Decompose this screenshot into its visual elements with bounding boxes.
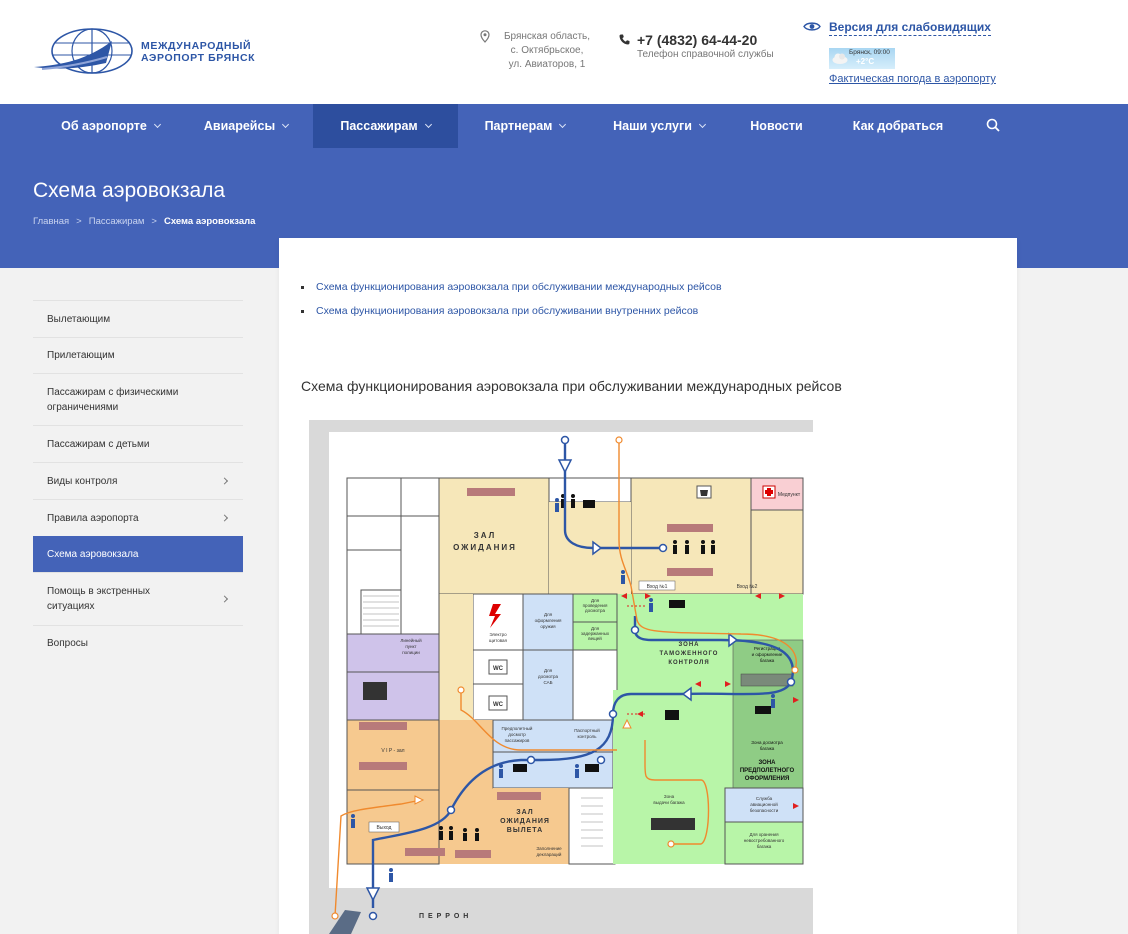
svg-text:Выход: Выход bbox=[377, 825, 392, 831]
chevron-right-icon bbox=[220, 477, 229, 485]
phone-note: Телефон справочной службы bbox=[637, 49, 774, 60]
svg-text:Вход №2: Вход №2 bbox=[737, 584, 758, 590]
section-title: Схема функционирования аэровокзала при о… bbox=[301, 378, 842, 394]
nav-item-news[interactable]: Новости bbox=[740, 104, 813, 148]
nav-item-services[interactable]: Наши услуги bbox=[603, 104, 715, 148]
cloud-icon bbox=[832, 53, 848, 64]
search-icon[interactable] bbox=[986, 118, 1001, 133]
svg-text:ЗАЛ: ЗАЛ bbox=[516, 809, 533, 816]
accessibility-link-label: Версия для слабовидящих bbox=[829, 20, 991, 36]
sidebar-item-disabilities[interactable]: Пассажирам с физическими ограничениями bbox=[33, 373, 243, 425]
svg-text:Заполнениедеклараций: Заполнение деклараций bbox=[536, 846, 562, 857]
scheme-links: Схема функционирования аэровокзала при о… bbox=[301, 281, 722, 329]
eye-icon bbox=[803, 22, 821, 31]
chevron-down-icon bbox=[698, 120, 706, 129]
svg-text:Вход №1: Вход №1 bbox=[647, 584, 668, 590]
site-logo[interactable]: МЕЖДУНАРОДНЫЙ АЭРОПОРТ БРЯНСК bbox=[32, 27, 262, 77]
site-header: МЕЖДУНАРОДНЫЙ АЭРОПОРТ БРЯНСК Брянская о… bbox=[0, 0, 1128, 104]
sidebar-item-terminal-scheme[interactable]: Схема аэровокзала bbox=[33, 536, 243, 572]
weather-widget[interactable]: Брянск, 09:00 +2°C bbox=[829, 48, 895, 69]
page-title: Схема аэровокзала bbox=[33, 179, 226, 202]
svg-text:ПРЕДПОЛЕТНОГО: ПРЕДПОЛЕТНОГО bbox=[740, 768, 795, 774]
weather-temp: +2°C bbox=[856, 57, 875, 66]
breadcrumb-separator-icon: > bbox=[76, 216, 82, 227]
nav-item-passengers[interactable]: Пассажирам bbox=[313, 104, 458, 148]
chevron-down-icon bbox=[282, 120, 290, 129]
chevron-right-icon bbox=[220, 595, 229, 603]
svg-text:КОНТРОЛЯ: КОНТРОЛЯ bbox=[668, 660, 709, 666]
svg-text:ЗАЛ: ЗАЛ bbox=[474, 531, 497, 540]
svg-text:ЗОНА: ЗОНА bbox=[758, 760, 776, 766]
svg-text:Электрощитовая: Электро щитовая bbox=[489, 632, 508, 643]
main-nav: Об аэропорте Авиарейсы Пассажирам Партне… bbox=[0, 104, 1128, 148]
svg-text:ЗОНА: ЗОНА bbox=[678, 642, 699, 648]
nav-item-directions[interactable]: Как добраться bbox=[843, 104, 953, 148]
breadcrumb-passengers[interactable]: Пассажирам bbox=[89, 216, 145, 227]
sidebar-item-children[interactable]: Пассажирам с детьми bbox=[33, 425, 243, 462]
phone-number[interactable]: +7 (4832) 64-44-20 bbox=[637, 32, 757, 48]
globe-logo-icon bbox=[34, 28, 133, 74]
sidebar-item-questions[interactable]: Вопросы bbox=[33, 625, 243, 661]
chevron-down-icon bbox=[559, 120, 567, 129]
svg-text:П Е Р Р О Н: П Е Р Р О Н bbox=[419, 913, 469, 920]
nav-item-flights[interactable]: Авиарейсы bbox=[194, 104, 298, 148]
sidebar-item-control-types[interactable]: Виды контроля bbox=[33, 462, 243, 499]
svg-text:ОЖИДАНИЯ: ОЖИДАНИЯ bbox=[453, 543, 517, 552]
sidebar-item-departing[interactable]: Вылетающим bbox=[33, 300, 243, 337]
chevron-down-icon bbox=[153, 120, 161, 129]
svg-text:V I P - зал: V I P - зал bbox=[381, 748, 404, 754]
svg-text:ВЫЛЕТА: ВЫЛЕТА bbox=[507, 827, 543, 834]
nav-item-partners[interactable]: Партнерам bbox=[472, 104, 578, 148]
sidebar-item-arriving[interactable]: Прилетающим bbox=[33, 337, 243, 373]
location-pin-icon bbox=[480, 30, 490, 43]
svg-text:ОФОРМЛЕНИЯ: ОФОРМЛЕНИЯ bbox=[745, 776, 790, 782]
link-international-scheme[interactable]: Схема функционирования аэровокзала при о… bbox=[301, 281, 722, 305]
content-card: Схема функционирования аэровокзала при о… bbox=[279, 238, 1017, 934]
sidebar-item-rules[interactable]: Правила аэропорта bbox=[33, 499, 243, 536]
svg-text:ТАМОЖЕННОГО: ТАМОЖЕННОГО bbox=[660, 651, 719, 657]
breadcrumb-current: Схема аэровокзала bbox=[163, 216, 256, 227]
svg-text:Медпункт: Медпункт bbox=[778, 492, 801, 498]
sidebar: Вылетающим Прилетающим Пассажирам с физи… bbox=[33, 300, 243, 661]
logo-text: МЕЖДУНАРОДНЫЙ АЭРОПОРТ БРЯНСК bbox=[141, 40, 256, 64]
sidebar-item-emergency[interactable]: Помощь в экстренных ситуациях bbox=[33, 572, 243, 625]
chevron-right-icon bbox=[220, 514, 229, 522]
terminal-floor-plan: ЗАЛ ОЖИДАНИЯ Медпункт Вход №1 Вход №2 Дл… bbox=[309, 420, 813, 934]
phone-icon bbox=[619, 34, 630, 45]
terminal-scheme-image: ЗАЛ ОЖИДАНИЯ Медпункт Вход №1 Вход №2 Дл… bbox=[301, 420, 813, 934]
svg-text:WC: WC bbox=[493, 702, 504, 708]
address-text: Брянская область, с. Октябрьское, ул. Ав… bbox=[503, 31, 591, 70]
chevron-down-icon bbox=[424, 120, 432, 129]
weather-link[interactable]: Фактическая погода в аэропорту bbox=[829, 73, 996, 85]
breadcrumb: Главная > Пассажирам > Схема аэровокзала bbox=[33, 216, 255, 227]
weather-city: Брянск, 09:00 bbox=[849, 49, 890, 56]
svg-text:WC: WC bbox=[493, 666, 504, 672]
link-domestic-scheme[interactable]: Схема функционирования аэровокзала при о… bbox=[301, 305, 722, 329]
breadcrumb-home[interactable]: Главная bbox=[33, 216, 69, 227]
nav-item-about[interactable]: Об аэропорте bbox=[48, 104, 173, 148]
breadcrumb-separator-icon: > bbox=[151, 216, 157, 227]
svg-text:ОЖИДАНИЯ: ОЖИДАНИЯ bbox=[500, 818, 550, 825]
